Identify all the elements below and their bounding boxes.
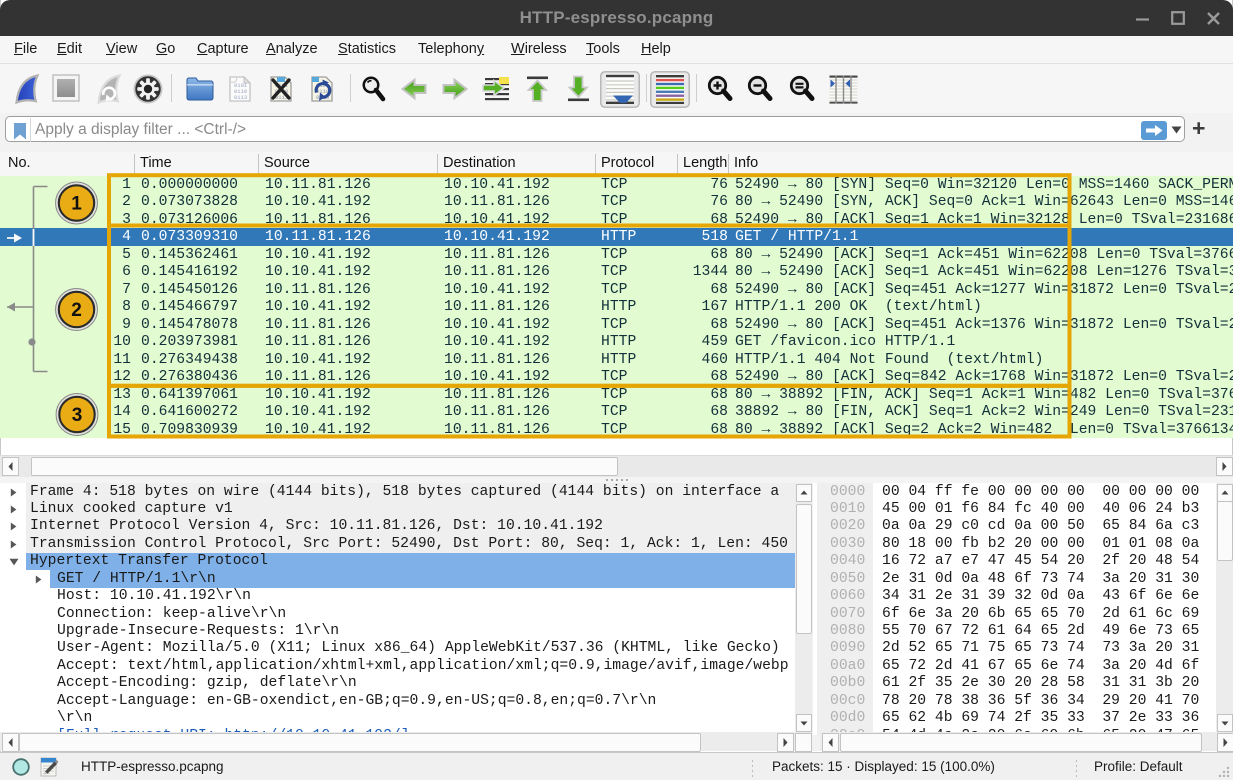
svg-text:0113: 0113 [234, 94, 247, 101]
